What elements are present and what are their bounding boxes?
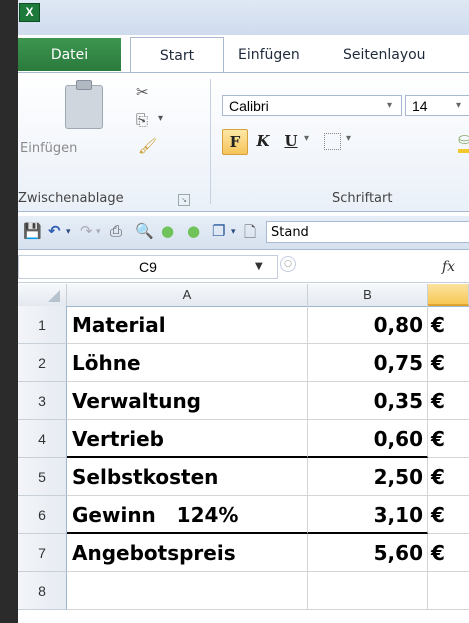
cell-a2[interactable]: Löhne bbox=[67, 344, 308, 382]
row-header[interactable]: 6 bbox=[18, 496, 67, 534]
style-combobox[interactable]: Stand bbox=[266, 221, 469, 243]
column-header-b[interactable]: B bbox=[308, 284, 428, 306]
tab-page-layout[interactable]: Seitenlayou bbox=[343, 38, 426, 72]
table-row: 3 Verwaltung 0,35 € bbox=[18, 382, 469, 420]
select-all-icon bbox=[48, 290, 60, 302]
cancel-icon[interactable]: ○ bbox=[280, 256, 296, 272]
table-row: 7 Angebotspreis 5,60 € bbox=[18, 534, 469, 572]
table-row: 1 Material 0,80 € bbox=[18, 306, 469, 344]
table-row: 5 Selbstkosten 2,50 € bbox=[18, 458, 469, 496]
chevron-down-icon[interactable]: ▾ bbox=[387, 95, 392, 116]
tab-start[interactable]: Start bbox=[130, 37, 224, 73]
green-circle-icon[interactable]: ● bbox=[161, 222, 174, 240]
cell-b2[interactable]: 0,75 bbox=[308, 344, 428, 382]
table-row: 2 Löhne 0,75 € bbox=[18, 344, 469, 382]
cell-a5[interactable]: Selbstkosten bbox=[67, 458, 308, 496]
quick-access-toolbar: 💾 ↶ ▾ ↷ ▾ ⎙ 🔍 ● ● ❐ ▾ 🗋 Stand bbox=[18, 216, 469, 250]
bold-button[interactable]: F bbox=[222, 129, 248, 155]
excel-logo-icon[interactable]: X bbox=[19, 3, 40, 22]
cell-c1[interactable]: € bbox=[428, 306, 469, 344]
column-headers: A B bbox=[18, 284, 469, 307]
borders-icon[interactable] bbox=[324, 133, 341, 150]
cell-b5[interactable]: 2,50 bbox=[308, 458, 428, 496]
copy-dropdown-icon[interactable]: ▾ bbox=[158, 113, 163, 124]
redo-icon[interactable]: ↷ bbox=[80, 222, 93, 240]
select-all-corner[interactable] bbox=[18, 284, 67, 306]
cell-a8[interactable] bbox=[67, 572, 308, 610]
column-header-a[interactable]: A bbox=[67, 284, 308, 306]
table-row: 8 bbox=[18, 572, 469, 610]
cell-a7[interactable]: Angebotspreis bbox=[67, 534, 308, 572]
chevron-down-icon[interactable]: ▾ bbox=[456, 95, 461, 116]
chevron-down-icon[interactable]: ▾ bbox=[96, 227, 101, 237]
cut-icon[interactable]: ✂ bbox=[136, 83, 149, 101]
fill-color-swatch bbox=[458, 149, 469, 153]
cell-c3[interactable]: € bbox=[428, 382, 469, 420]
print-icon[interactable]: ⎙ bbox=[110, 222, 122, 240]
cell-c7[interactable]: € bbox=[428, 534, 469, 572]
underline-button[interactable]: U bbox=[280, 129, 302, 153]
cell-c2[interactable]: € bbox=[428, 344, 469, 382]
cell-b4[interactable]: 0,60 bbox=[308, 420, 428, 458]
cell-b6[interactable]: 3,10 bbox=[308, 496, 428, 534]
row-header[interactable]: 1 bbox=[18, 306, 67, 344]
cell-b3[interactable]: 0,35 bbox=[308, 382, 428, 420]
chevron-down-icon[interactable]: ▾ bbox=[231, 227, 236, 237]
cell-b8[interactable] bbox=[308, 572, 428, 610]
cell-b1[interactable]: 0,80 bbox=[308, 306, 428, 344]
cell-a4[interactable]: Vertrieb bbox=[67, 420, 308, 458]
font-name-combobox[interactable]: Calibri bbox=[222, 95, 402, 116]
tab-insert[interactable]: Einfügen bbox=[238, 38, 300, 72]
cell-c5[interactable]: € bbox=[428, 458, 469, 496]
row-header[interactable]: 5 bbox=[18, 458, 67, 496]
green-circle-icon[interactable]: ● bbox=[187, 222, 200, 240]
paste-button-label[interactable]: Einfügen bbox=[20, 141, 77, 156]
print-preview-icon[interactable]: 🔍 bbox=[135, 222, 154, 240]
group-divider bbox=[210, 79, 211, 204]
clipboard-group-label: Zwischenablage bbox=[18, 191, 124, 206]
font-group-label: Schriftart bbox=[332, 191, 393, 206]
cell-c8[interactable] bbox=[428, 572, 469, 610]
row-header[interactable]: 4 bbox=[18, 420, 67, 458]
chevron-down-icon[interactable]: ▾ bbox=[346, 133, 351, 144]
save-icon[interactable]: 💾 bbox=[23, 222, 42, 240]
chevron-down-icon[interactable]: ▾ bbox=[66, 227, 71, 237]
excel-window: X Datei Start Einfügen Seitenlayou Einfü… bbox=[18, 0, 469, 623]
cell-a3[interactable]: Verwaltung bbox=[67, 382, 308, 420]
chevron-down-icon[interactable]: ▼ bbox=[255, 261, 263, 272]
chevron-down-icon[interactable]: ▾ bbox=[304, 133, 309, 144]
worksheet-grid: A B 1 Material 0,80 € 2 Löhne 0,75 € 3 V… bbox=[18, 284, 469, 623]
cell-c6[interactable]: € bbox=[428, 496, 469, 534]
tab-file[interactable]: Datei bbox=[18, 38, 121, 71]
format-painter-icon[interactable]: 🖌 bbox=[138, 137, 157, 155]
row-header[interactable]: 8 bbox=[18, 572, 67, 610]
ribbon-tabs: Datei Start Einfügen Seitenlayou bbox=[18, 37, 469, 73]
name-box[interactable]: C9 bbox=[18, 255, 278, 279]
new-document-icon[interactable]: 🗋 bbox=[244, 222, 256, 247]
row-header[interactable]: 7 bbox=[18, 534, 67, 572]
insert-function-button[interactable]: fx bbox=[442, 255, 469, 279]
cell-a1[interactable]: Material bbox=[67, 306, 308, 344]
ribbon: Einfügen ✂ ⎘ ▾ 🖌 Zwischenablage ↘ Calibr… bbox=[18, 72, 469, 212]
row-header[interactable]: 3 bbox=[18, 382, 67, 420]
fill-color-icon[interactable]: ⛀ bbox=[458, 129, 469, 148]
cell-b7[interactable]: 5,60 bbox=[308, 534, 428, 572]
table-row: 4 Vertrieb 0,60 € bbox=[18, 420, 469, 458]
copy-icon[interactable]: ⎘ bbox=[136, 111, 148, 129]
paste-icon[interactable] bbox=[65, 80, 103, 129]
cell-c4[interactable]: € bbox=[428, 420, 469, 458]
formula-bar: C9 ▼ ○ fx bbox=[18, 252, 469, 283]
table-row: 6 Gewinn 124% 3,10 € bbox=[18, 496, 469, 534]
column-header-c[interactable] bbox=[428, 284, 469, 306]
row-header[interactable]: 2 bbox=[18, 344, 67, 382]
italic-button[interactable]: K bbox=[252, 129, 274, 153]
cell-a6[interactable]: Gewinn 124% bbox=[67, 496, 308, 534]
paste-special-icon[interactable]: ❐ bbox=[212, 222, 225, 240]
undo-icon[interactable]: ↶ bbox=[48, 222, 61, 240]
title-bar: X bbox=[18, 0, 469, 35]
dialog-launcher-icon[interactable]: ↘ bbox=[178, 194, 190, 206]
